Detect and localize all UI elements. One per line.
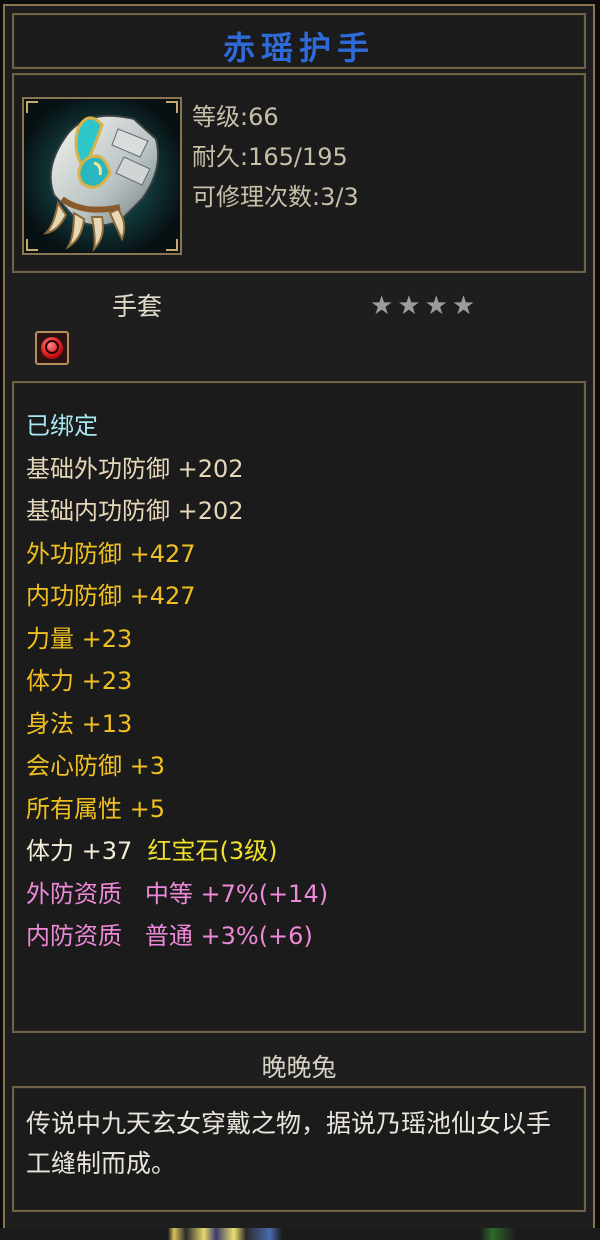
item-icon-frame[interactable] (22, 97, 182, 255)
attribute-line: 会心防御 +3 (26, 745, 328, 788)
attribute-text: 已绑定 (26, 412, 98, 440)
attribute-text: 外功防御 +427 (26, 539, 196, 568)
attribute-line: 基础内功防御 +202 (26, 490, 328, 533)
item-level: 等级:66 (192, 103, 279, 131)
attribute-line: 所有属性 +5 (26, 788, 328, 831)
frame-corner (166, 101, 178, 113)
description-panel: 传说中九天玄女穿戴之物，据说乃瑶池仙女以手工缝制而成。 (12, 1086, 586, 1212)
attribute-text: 内防资质 普通 +3%(+6) (26, 922, 313, 950)
title-bar: 赤瑶护手 (12, 13, 586, 69)
attribute-text: 红宝石(3级) (147, 837, 278, 865)
item-type: 手套 (112, 292, 163, 321)
item-header: 等级:66 耐久:165/195 可修理次数:3/3 (12, 73, 586, 273)
gem-slot[interactable] (35, 331, 69, 365)
item-tooltip: 赤瑶护手 等级:66 耐久:165/195 可修理次数:3/3 手套 ★★★★ … (3, 4, 595, 1230)
item-durability: 耐久:165/195 (192, 143, 348, 171)
item-type-row: 手套 ★★★★ (12, 281, 586, 377)
attribute-text: 力量 +23 (26, 624, 133, 653)
attribute-line: 外功防御 +427 (26, 533, 328, 576)
frame-corner (166, 239, 178, 251)
attribute-line: 身法 +13 (26, 703, 328, 746)
attribute-text: 内功防御 +427 (26, 582, 196, 610)
attribute-text: 外防资质 中等 +7%(+14) (26, 879, 329, 908)
attribute-line: 内防资质 普通 +3%(+6) (26, 915, 328, 958)
attribute-text: 身法 +13 (26, 709, 133, 738)
attribute-line: 体力 +37 红宝石(3级) (26, 830, 328, 873)
attribute-text: 基础外功防御 +202 (26, 454, 244, 483)
attribute-text: 所有属性 +5 (26, 794, 166, 823)
owner-row: 晚晚兔 (12, 1042, 586, 1086)
attribute-text: 体力 +23 (26, 667, 133, 695)
taskbar-strip (0, 1228, 600, 1240)
attribute-line: 外防资质 中等 +7%(+14) (26, 873, 328, 916)
item-star-rating: ★★★★ (370, 291, 480, 321)
frame-corner (26, 101, 38, 113)
attribute-line: 已绑定 (26, 405, 328, 448)
item-basic-stats: 等级:66 耐久:165/195 可修理次数:3/3 (192, 97, 359, 217)
gem-symbol-icon (45, 340, 59, 354)
attribute-text: 基础内功防御 +202 (26, 497, 244, 525)
attribute-panel: 已绑定基础外功防御 +202 基础内功防御 +202 外功防御 +427 内功防御 +… (12, 381, 586, 1033)
attribute-text: 会心防御 +3 (26, 752, 166, 780)
item-name: 赤瑶护手 (222, 29, 375, 67)
attribute-line: 基础外功防御 +202 (26, 448, 328, 491)
item-description: 传说中九天玄女穿戴之物，据说乃瑶池仙女以手工缝制而成。 (26, 1109, 552, 1178)
gauntlet-icon (24, 99, 180, 253)
item-repair-count: 可修理次数:3/3 (192, 183, 359, 211)
frame-corner (26, 239, 38, 251)
attribute-text: 体力 +37 (26, 837, 148, 865)
attribute-line: 力量 +23 (26, 618, 328, 661)
attribute-line: 体力 +23 (26, 660, 328, 703)
attribute-line: 内功防御 +427 (26, 575, 328, 618)
attribute-list: 已绑定基础外功防御 +202 基础内功防御 +202 外功防御 +427 内功防御 +… (26, 405, 328, 958)
owner-name: 晚晚兔 (261, 1053, 337, 1082)
